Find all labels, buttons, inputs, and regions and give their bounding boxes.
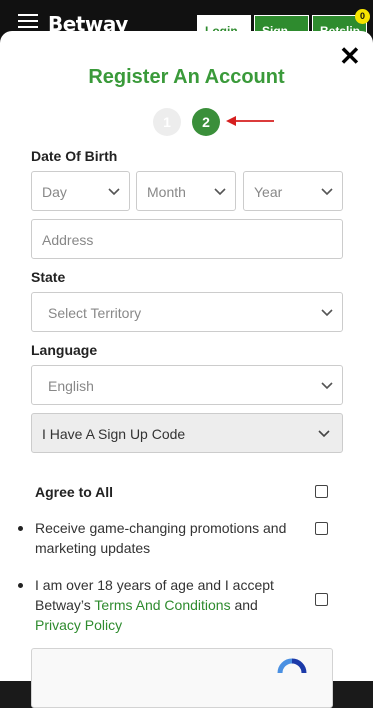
signup-code-label: I Have A Sign Up Code [42, 426, 186, 442]
signup-code-toggle[interactable]: I Have A Sign Up Code [31, 413, 343, 453]
language-select[interactable]: English [31, 365, 343, 405]
chevron-down-icon [108, 188, 120, 196]
privacy-link[interactable]: Privacy Policy [35, 617, 122, 633]
recaptcha-icon [277, 658, 307, 674]
chevron-down-icon [318, 430, 330, 438]
age-terms-checkbox[interactable] [315, 593, 328, 606]
modal-title: Register An Account [88, 66, 285, 88]
step-indicator-1: 1 [153, 108, 181, 136]
state-select[interactable]: Select Territory [31, 292, 343, 332]
year-select[interactable]: Year [243, 171, 343, 211]
hamburger-menu-icon[interactable] [18, 14, 38, 28]
language-select-value: English [48, 378, 94, 394]
language-label: Language [31, 342, 98, 358]
state-label: State [31, 269, 66, 285]
address-input[interactable]: Address [31, 219, 343, 259]
bullet-icon [18, 526, 23, 531]
betslip-count-badge: 0 [355, 9, 370, 24]
terms-link[interactable]: Terms And Conditions [94, 597, 230, 613]
chevron-down-icon [321, 309, 333, 317]
age-terms-text: I am over 18 years of age and I accept B… [35, 575, 300, 635]
chevron-down-icon [321, 188, 333, 196]
chevron-down-icon [214, 188, 226, 196]
recaptcha-widget[interactable] [31, 648, 333, 708]
agree-all-label: Agree to All [35, 484, 114, 500]
age-text-part-2: and [230, 597, 258, 613]
close-icon[interactable]: ✕ [339, 43, 361, 69]
day-select[interactable]: Day [31, 171, 130, 211]
step-indicator-2: 2 [192, 108, 220, 136]
dob-label: Date Of Birth [31, 148, 118, 164]
promotions-text: Receive game-changing promotions and mar… [35, 520, 287, 556]
arrow-left-icon [226, 116, 274, 126]
chevron-down-icon [321, 382, 333, 390]
promotions-checkbox[interactable] [315, 522, 328, 535]
register-modal: ✕ Register An Account 1 2 Date Of Birth … [0, 31, 373, 708]
agree-all-checkbox[interactable] [315, 485, 328, 498]
bullet-icon [18, 583, 23, 588]
state-select-value: Select Territory [48, 305, 142, 321]
address-placeholder: Address [42, 232, 94, 248]
month-select[interactable]: Month [136, 171, 236, 211]
